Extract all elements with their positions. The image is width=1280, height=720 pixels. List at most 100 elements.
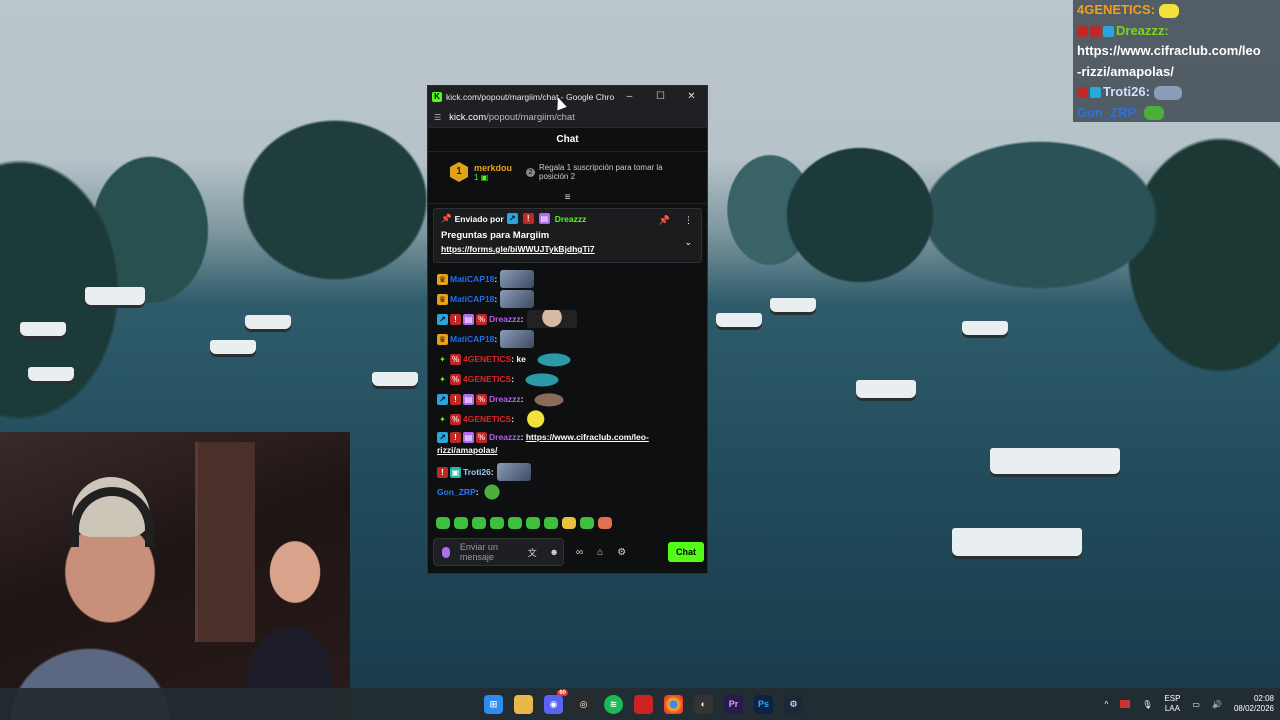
chat-username[interactable]: MatiCAP18 [450, 274, 494, 284]
url-host: kick.com [449, 111, 487, 123]
pin-icon: 📌 [441, 213, 452, 223]
gallery-icon[interactable] [634, 694, 653, 714]
mic-icon[interactable] [442, 546, 450, 558]
app-icon[interactable]: ◐ [694, 694, 713, 714]
emote-icon[interactable] [508, 517, 522, 529]
chrome-icon[interactable] [664, 694, 683, 714]
crown-badge-icon: ♛ [437, 293, 448, 305]
overlay-line: Dreazzz: [1077, 21, 1276, 42]
display-icon[interactable]: ▭ [1192, 700, 1200, 709]
minimize-button[interactable]: – [614, 91, 645, 102]
windows-icon[interactable]: ⊞ [484, 694, 503, 714]
site-settings-icon[interactable]: ☰ [434, 113, 441, 122]
crown-badge-icon: ♛ [437, 333, 448, 345]
emote-icon[interactable] [526, 517, 540, 529]
badge-icon: % [476, 393, 487, 405]
badge-icon: % [476, 313, 487, 325]
speaker-icon[interactable]: 🔊 [1212, 700, 1222, 709]
star-badge-icon: ✦ [439, 374, 446, 384]
chat-username[interactable]: Troti26 [463, 467, 491, 477]
lang-layout: LAA [1164, 704, 1180, 713]
chat-message: ↗! ▤% Dreazzz: [437, 309, 698, 329]
chat-username[interactable]: 4GENETICS [463, 414, 511, 424]
store-icon[interactable]: ⌂ [597, 547, 603, 558]
badge-icon: ! [450, 432, 461, 444]
obs-icon[interactable]: ◎ [574, 694, 593, 714]
mic-tray-icon[interactable]: 🎙 [1142, 700, 1152, 709]
clock[interactable]: 02:08 08/02/2026 [1234, 694, 1274, 714]
badge-icon [1090, 25, 1101, 37]
badge-icon [1090, 87, 1101, 99]
emote-icon[interactable] [580, 517, 594, 529]
leader-name[interactable]: merkdou [474, 163, 512, 173]
discord-icon[interactable]: ◉ 60 [544, 689, 568, 714]
pinned-username[interactable]: Dreazzz [555, 214, 587, 224]
star-badge-icon: ✦ [439, 414, 446, 424]
rank-medal-icon: 1 [450, 162, 468, 182]
chrome-popup-window: K kick.com/popout/margiim/chat - Google … [427, 85, 708, 574]
chevron-up-icon[interactable]: ^ [1104, 700, 1108, 709]
notification-badge: 60 [557, 689, 568, 696]
emote-icon [526, 310, 577, 328]
address-bar[interactable]: ☰ kick.com/popout/margiim/chat [428, 107, 707, 128]
window-titlebar[interactable]: K kick.com/popout/margiim/chat - Google … [428, 86, 707, 107]
boat-decoration [20, 322, 66, 336]
crown-badge-icon: ♛ [437, 273, 448, 285]
points-icon[interactable]: ∞ [576, 547, 583, 558]
chat-username[interactable]: Dreazzz [489, 432, 521, 442]
badge-icon [1077, 87, 1088, 99]
maximize-button[interactable]: ☐ [645, 91, 676, 102]
chat-username[interactable]: Gon_ZRP [437, 487, 476, 497]
emote-icon[interactable] [598, 517, 612, 529]
emote-icon [517, 410, 552, 428]
chat-username[interactable]: 4GENETICS [463, 354, 511, 364]
chat-message: ↗! ▤% Dreazzz: https://www.cifraclub.com/l… [437, 432, 649, 455]
emote-icon [517, 370, 568, 388]
collapse-leaderboard-icon[interactable]: ≡ [428, 192, 707, 204]
translate-icon[interactable]: 文 [523, 546, 541, 559]
boat-decoration [716, 313, 762, 327]
chat-username[interactable]: MatiCAP18 [450, 334, 494, 344]
badge-icon: ▣ [450, 466, 461, 478]
tray-app-icon[interactable] [1120, 700, 1131, 708]
emote-icon[interactable] [562, 517, 576, 529]
boat-decoration [372, 372, 418, 386]
emoji-icon[interactable]: ☻ [545, 547, 563, 557]
chat-username[interactable]: Dreazzz [489, 314, 521, 324]
chat-username[interactable]: Dreazzz [489, 394, 521, 404]
pinned-message: 📌 Enviado por ↗ ! ▤ Dreazzz 📌 ⋮ Preguntas… [433, 208, 702, 263]
badge-icon: % [450, 413, 461, 425]
badge-icon: ↗ [437, 393, 448, 405]
emote-icon[interactable] [454, 517, 468, 529]
chat-username[interactable]: 4GENETICS [463, 374, 511, 384]
spotify-icon[interactable]: ≋ [604, 694, 623, 714]
file-explorer-icon[interactable] [514, 694, 533, 714]
close-button[interactable]: ✕ [676, 91, 707, 102]
steam-icon[interactable]: ⚙ [784, 694, 803, 714]
chevron-down-icon[interactable]: ⌄ [684, 237, 692, 248]
overlay-username: Gon_ZRP [1077, 104, 1137, 120]
pinned-link[interactable]: https://forms.gle/biWWUJTykBjdhgTi7 [441, 244, 694, 254]
url-path: /popout/margiim/chat [486, 111, 575, 123]
star-badge-icon: ✦ [439, 354, 446, 364]
unpin-icon[interactable]: 📌 [659, 215, 670, 226]
more-options-icon[interactable]: ⋮ [684, 215, 693, 226]
premiere-icon[interactable]: Pr [724, 694, 743, 714]
chat-message: ✦% 4GENETICS: ke [437, 349, 698, 369]
emote-icon[interactable] [472, 517, 486, 529]
emote-icon[interactable] [436, 517, 450, 529]
message-placeholder: Enviar un mensaje [459, 542, 498, 562]
emote-icon[interactable] [490, 517, 504, 529]
badge-icon: ! [450, 313, 461, 325]
photoshop-icon[interactable]: Ps [754, 694, 773, 714]
gear-icon[interactable]: ⚙ [617, 547, 626, 558]
language-indicator[interactable]: ESP LAA [1164, 694, 1180, 714]
emote-icon [528, 350, 579, 368]
overlay-username: Dreazzz [1116, 22, 1165, 38]
chat-username[interactable]: MatiCAP18 [450, 294, 494, 304]
chat-text: ke [516, 354, 526, 364]
badge-icon: ↗ [437, 313, 448, 325]
message-input[interactable]: Enviar un mensaje 文 ☻ [433, 538, 564, 566]
send-chat-button[interactable]: Chat [668, 542, 704, 562]
emote-icon[interactable] [544, 517, 558, 529]
